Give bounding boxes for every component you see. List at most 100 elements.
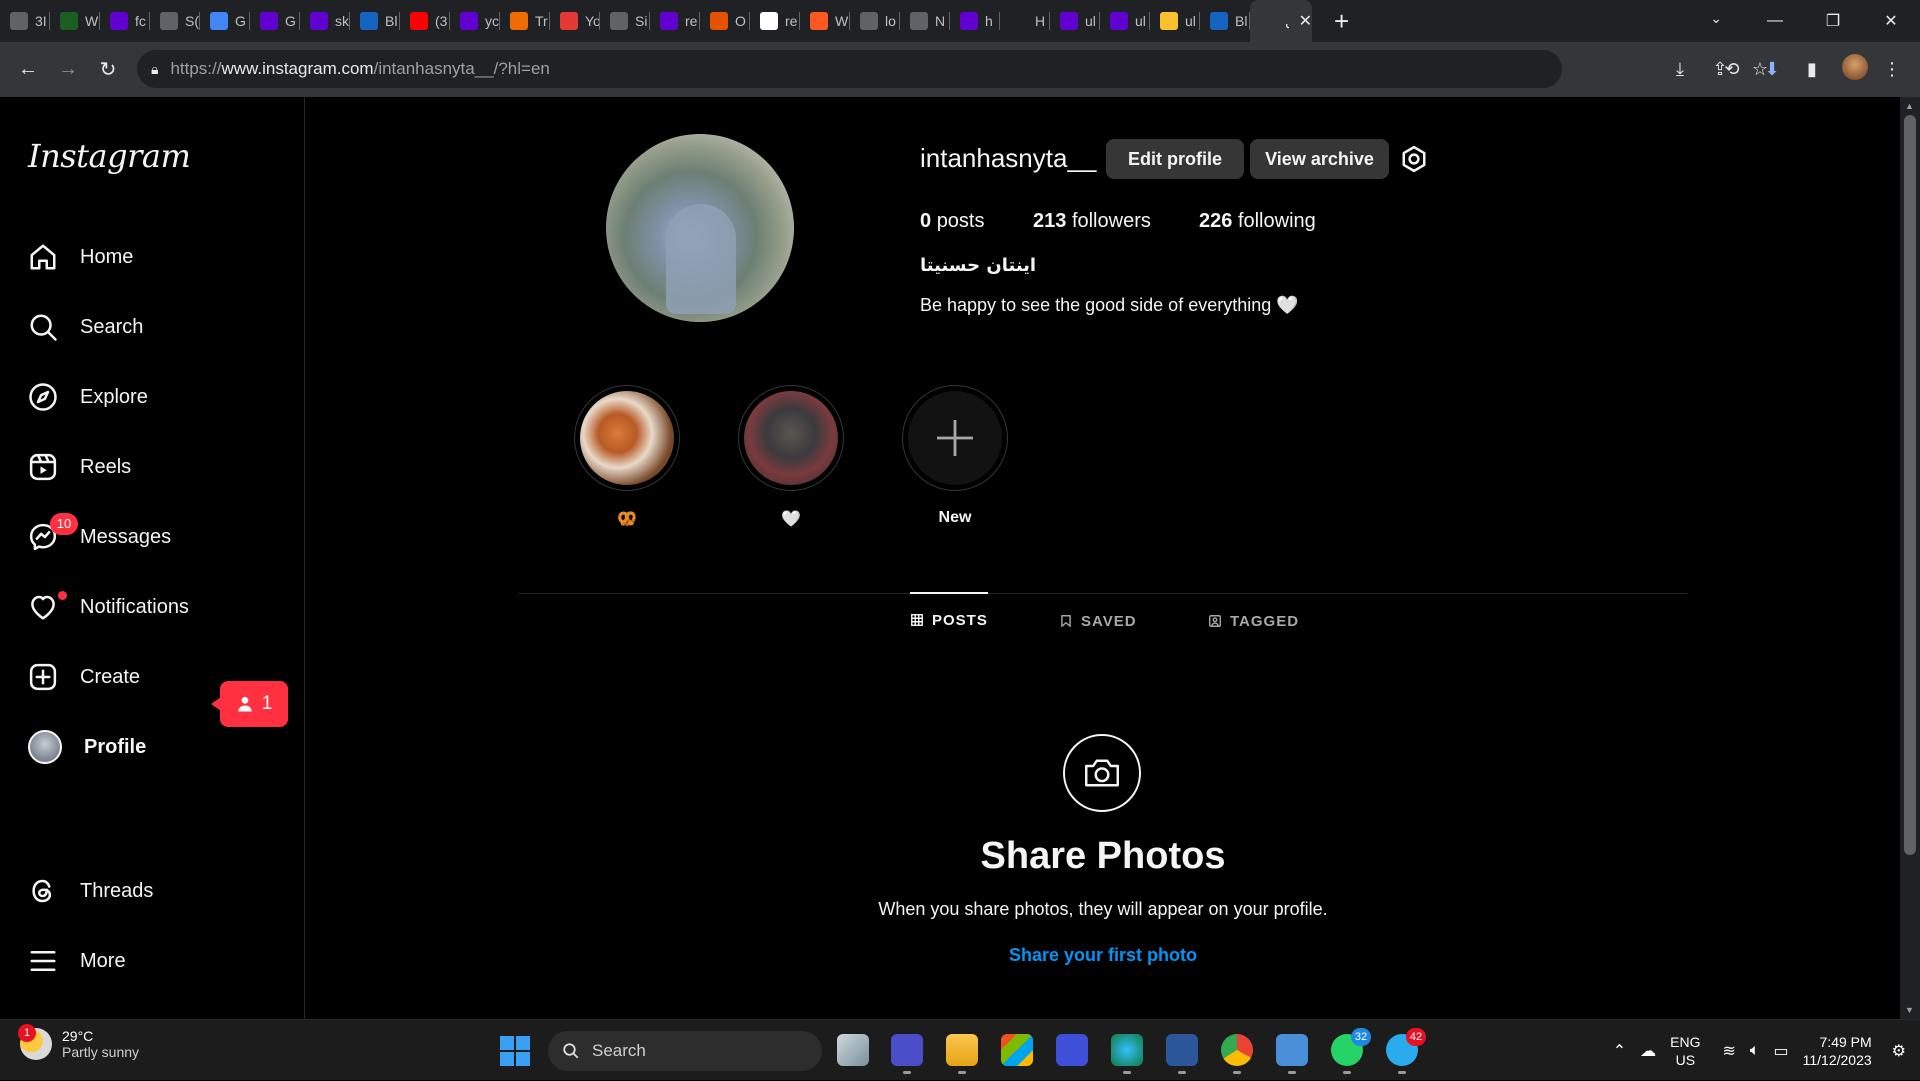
tab-saved[interactable]: SAVED <box>1059 594 1137 648</box>
profile-main: intanhasnyta__ Edit profile View archive… <box>306 97 1900 1019</box>
search-icon <box>563 1043 579 1059</box>
file-explorer-icon[interactable] <box>946 1034 978 1074</box>
browser-tab[interactable]: O <box>700 0 750 42</box>
telegram-icon[interactable]: 42 <box>1386 1028 1426 1074</box>
browser-tab[interactable]: Tr <box>500 0 550 42</box>
nav-threads[interactable]: Threads <box>16 863 286 919</box>
download-extension-icon[interactable]: ⬇ <box>1762 59 1782 80</box>
notification-bell-icon[interactable]: ⚙ <box>1892 1041 1906 1061</box>
scrollbar-thumb[interactable] <box>1904 115 1916 855</box>
install-app-icon[interactable]: ⤓ <box>1670 59 1690 80</box>
language-indicator[interactable]: ENG US <box>1670 1033 1700 1069</box>
taskbar-search[interactable]: Search <box>548 1031 822 1071</box>
browser-tab[interactable]: sk <box>300 0 350 42</box>
browser-tab[interactable]: ul <box>1100 0 1150 42</box>
browser-tab[interactable]: Si <box>600 0 650 42</box>
browser-tab[interactable]: h <box>950 0 1000 42</box>
profile-picture[interactable] <box>606 134 794 322</box>
new-highlight-button[interactable]: New <box>902 385 1008 527</box>
nav-label: Explore <box>80 385 148 408</box>
side-panel-icon[interactable]: ▮ <box>1802 59 1822 80</box>
chevron-up-icon[interactable]: ⌃ <box>1613 1041 1626 1061</box>
edge-icon[interactable] <box>1111 1034 1143 1074</box>
tab-tagged[interactable]: TAGGED <box>1208 594 1299 648</box>
battery-icon[interactable]: ▭ <box>1774 1041 1789 1061</box>
scroll-down-arrow[interactable]: ▼ <box>1905 1005 1914 1015</box>
browser-tab[interactable]: re <box>650 0 700 42</box>
browser-tab[interactable]: fc <box>100 0 150 42</box>
wifi-icon[interactable]: ≋ <box>1722 1041 1735 1061</box>
page-scrollbar[interactable]: ▲ ▼ <box>1900 97 1920 1019</box>
minimize-button[interactable]: — <box>1746 12 1804 30</box>
browser-tab[interactable]: N <box>900 0 950 42</box>
browser-tab[interactable]: G <box>250 0 300 42</box>
edit-profile-button[interactable]: Edit profile <box>1106 139 1244 179</box>
chrome-menu-icon[interactable]: ⋮ <box>1882 59 1902 80</box>
address-bar[interactable]: 🔒︎ https://www.instagram.com/intanhasnyt… <box>137 50 1562 88</box>
task-view-icon[interactable] <box>837 1034 869 1066</box>
weather-widget[interactable]: 1 29°C Partly sunny <box>18 1024 139 1060</box>
story-highlight[interactable]: 🤍 <box>738 385 844 529</box>
story-highlight[interactable]: 🥨 <box>574 385 680 529</box>
scroll-up-arrow[interactable]: ▲ <box>1905 101 1914 111</box>
nav-search[interactable]: Search <box>16 299 286 355</box>
word-icon[interactable] <box>1166 1034 1198 1074</box>
browser-tab[interactable]: re <box>750 0 800 42</box>
back-button[interactable]: ← <box>8 58 48 81</box>
onedrive-cloud-icon[interactable]: ☁ <box>1640 1041 1656 1061</box>
restore-button[interactable]: ❐ <box>1804 11 1862 31</box>
browser-tab[interactable]: yc <box>450 0 500 42</box>
browser-tab[interactable]: (3 <box>400 0 450 42</box>
browser-tab[interactable]: Bl <box>350 0 400 42</box>
nav-messages[interactable]: 10 Messages <box>16 509 286 565</box>
following-stat[interactable]: 226 following <box>1199 210 1316 233</box>
notepad-icon[interactable] <box>1276 1034 1308 1074</box>
browser-tab[interactable]: Bl <box>1200 0 1250 42</box>
start-button[interactable] <box>500 1036 530 1066</box>
followers-stat[interactable]: 213 followers <box>1033 210 1151 233</box>
nav-reels[interactable]: Reels <box>16 439 286 495</box>
close-tab-icon[interactable]: ✕ <box>1299 11 1312 31</box>
browser-tab[interactable]: ul <box>1050 0 1100 42</box>
forward-button[interactable]: → <box>48 58 88 81</box>
nav-create[interactable]: Create <box>16 649 286 705</box>
nav-home[interactable]: Home <box>16 229 286 285</box>
microsoft-store-icon[interactable] <box>1001 1034 1033 1066</box>
math-app-icon[interactable] <box>1056 1034 1088 1066</box>
browser-tab[interactable]: W <box>800 0 850 42</box>
whatsapp-icon[interactable]: 32 <box>1331 1028 1371 1074</box>
settings-gear-icon[interactable] <box>1399 144 1429 174</box>
home-icon <box>30 244 56 270</box>
browser-tab[interactable]: S( <box>150 0 200 42</box>
browser-tab[interactable]: lo <box>850 0 900 42</box>
reload-button[interactable]: ↻ <box>88 57 128 82</box>
clock[interactable]: 7:49 PM 11/12/2023 <box>1803 1033 1872 1069</box>
volume-icon[interactable]: 🔈︎ <box>1750 1042 1760 1060</box>
profile-avatar[interactable] <box>1842 54 1868 85</box>
browser-tab[interactable]: W <box>50 0 100 42</box>
close-window-button[interactable]: ✕ <box>1862 11 1920 31</box>
nav-label: Profile <box>84 735 147 758</box>
nav-notifications[interactable]: Notifications <box>16 579 286 635</box>
browser-tab[interactable]: H <box>1000 0 1050 42</box>
tab-search-icon[interactable]: ⌄ <box>1710 10 1722 27</box>
chrome-icon[interactable] <box>1221 1034 1253 1074</box>
browser-tab[interactable]: 3I <box>0 0 50 42</box>
share-first-photo-link[interactable]: Share your first photo <box>306 945 1900 966</box>
instagram-logo[interactable]: Instagram <box>28 137 191 175</box>
browser-tab[interactable]: ال ✕ <box>1250 0 1312 42</box>
teams-meet-icon[interactable] <box>891 1034 923 1074</box>
browser-tab[interactable]: G <box>200 0 250 42</box>
lock-icon[interactable]: 🔒︎ <box>151 61 158 78</box>
tab-title: lo <box>885 13 896 29</box>
extension-icon[interactable]: ⟲ <box>1722 59 1742 80</box>
new-tab-button[interactable]: + <box>1334 8 1349 34</box>
grid-icon <box>1210 12 1228 30</box>
browser-tab[interactable]: ul <box>1150 0 1200 42</box>
view-archive-button[interactable]: View archive <box>1250 139 1389 179</box>
tab-posts[interactable]: POSTS <box>910 592 988 646</box>
nav-explore[interactable]: Explore <box>16 369 286 425</box>
nav-profile[interactable]: Profile <box>16 719 286 775</box>
browser-tab[interactable]: Yo <box>550 0 600 42</box>
nav-more[interactable]: More <box>16 933 286 989</box>
